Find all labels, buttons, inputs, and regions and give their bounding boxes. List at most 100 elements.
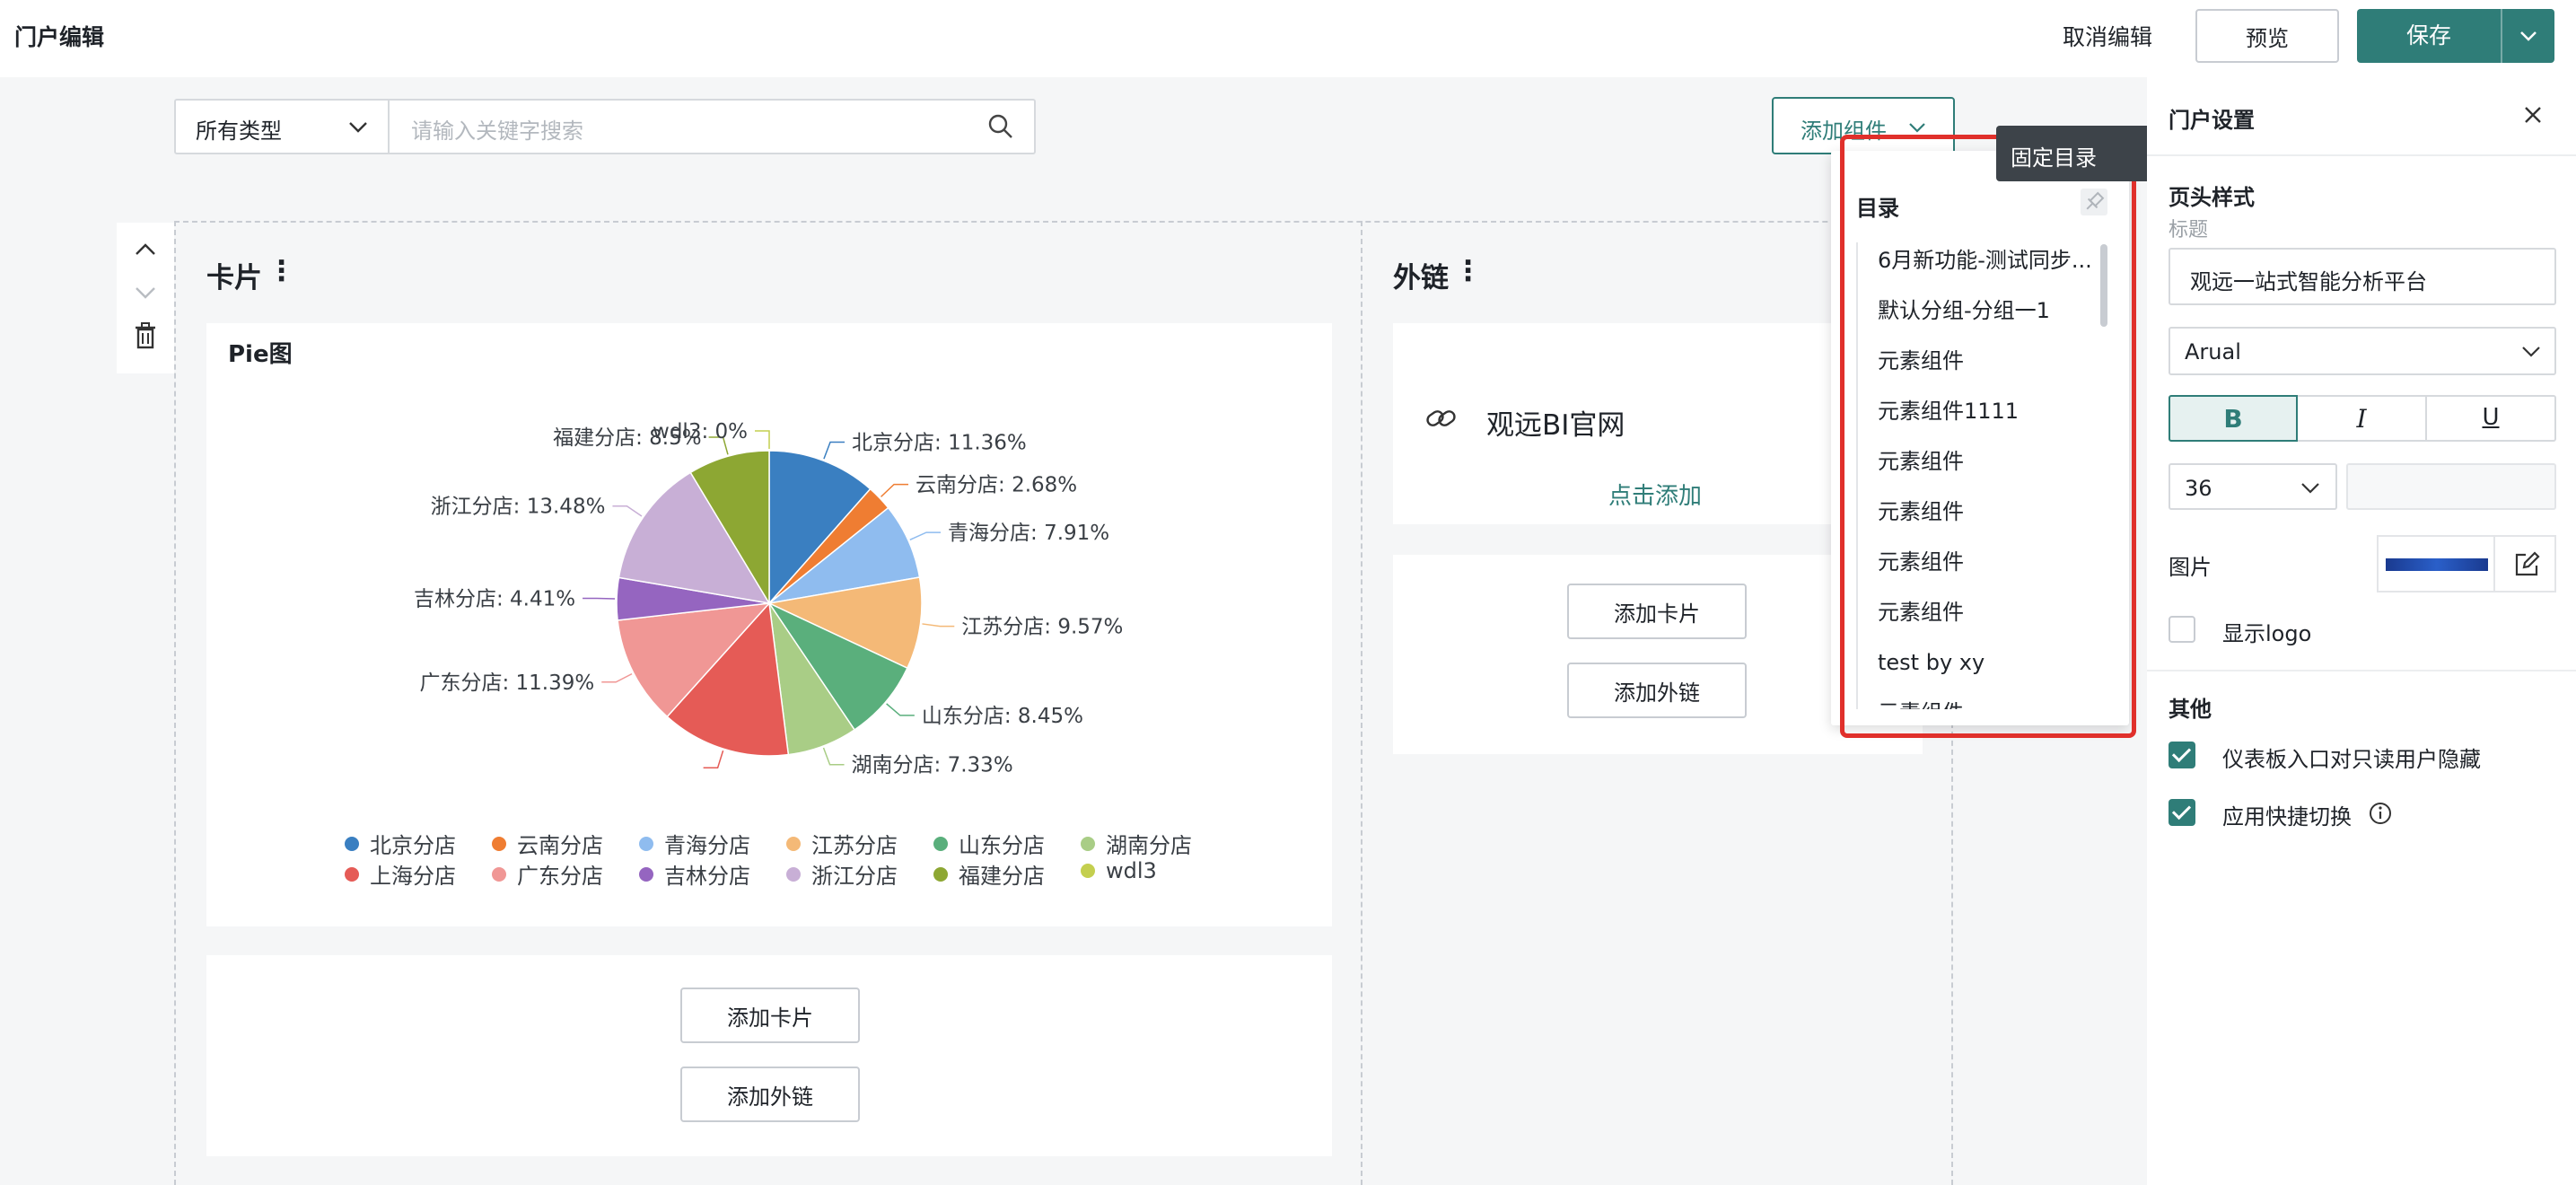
underline-label: U <box>2482 404 2500 431</box>
chart-title: Pie图 <box>228 341 293 368</box>
pie-label: 吉林分店: 4.41% <box>414 587 575 610</box>
trash-icon[interactable] <box>133 321 158 354</box>
cancel-edit-button[interactable]: 取消编辑 <box>2063 20 2152 52</box>
font-size-select[interactable]: 36 <box>2169 463 2337 510</box>
chevron-down-icon[interactable] <box>133 282 158 307</box>
header-style-label: 页头样式 <box>2169 185 2255 210</box>
quick-switch-label: 应用快捷切换 <box>2222 804 2352 830</box>
legend-marker <box>1081 836 1095 851</box>
add-link-button[interactable]: 添加外链 <box>680 1066 860 1122</box>
title-input[interactable]: 观远一站式智能分析平台 <box>2169 248 2556 305</box>
search-input[interactable]: 请输入关键字搜索 <box>388 99 1036 154</box>
image-thumbnail <box>2386 558 2488 571</box>
settings-divider <box>2147 154 2576 156</box>
pie-label: 江苏分店: 9.57% <box>961 616 1123 639</box>
legend-marker <box>345 836 359 851</box>
card-section-title: 卡片 <box>206 262 262 294</box>
image-preview[interactable] <box>2377 535 2495 592</box>
legend-item[interactable]: 上海分店 <box>345 858 456 890</box>
legend-item[interactable]: 江苏分店 <box>786 828 898 859</box>
underline-toggle[interactable]: U <box>2427 395 2556 442</box>
pie-chart: 北京分店: 11.36% 云南分店: 2.68% 青海分店: 7.91% 江苏分店: … <box>414 420 1123 777</box>
legend-item[interactable]: 山东分店 <box>933 828 1045 859</box>
legend-label: wdl3 <box>1106 858 1157 883</box>
legend-label: 山东分店 <box>959 833 1045 858</box>
type-select[interactable]: 所有类型 <box>174 99 390 154</box>
hide-dashboard-checkbox[interactable] <box>2169 742 2195 768</box>
legend-marker <box>639 866 653 882</box>
legend-marker <box>933 836 948 851</box>
pie-label-line <box>823 441 846 460</box>
bold-label: B <box>2223 404 2243 434</box>
click-add-link[interactable]: 点击添加 <box>1608 478 1702 511</box>
italic-label: I <box>2356 404 2367 434</box>
pie-label-line <box>601 672 633 683</box>
save-button-label: 保存 <box>2405 22 2451 48</box>
legend-item[interactable]: wdl3 <box>1081 858 1157 883</box>
show-logo-checkbox[interactable] <box>2169 616 2195 643</box>
legend-item[interactable]: 福建分店 <box>933 858 1045 890</box>
type-select-value: 所有类型 <box>196 118 282 144</box>
legend-item[interactable]: 吉林分店 <box>639 858 750 890</box>
save-button[interactable]: 保存 <box>2357 9 2554 63</box>
legend-marker <box>639 836 653 851</box>
tooltip-text: 固定目录 <box>2011 145 2097 171</box>
link-text[interactable]: 观远BI官网 <box>1486 402 1625 443</box>
chevron-down-icon <box>2300 478 2321 503</box>
top-bar: 门户编辑 取消编辑 预览 保存 <box>0 0 2576 77</box>
legend-marker <box>492 836 506 851</box>
search-placeholder: 请输入关键字搜索 <box>411 118 583 144</box>
bold-toggle[interactable]: B <box>2169 395 2298 442</box>
pie-label: 湖南分店: 7.33% <box>852 754 1013 777</box>
legend-label: 江苏分店 <box>811 833 898 858</box>
link-icon <box>1425 408 1458 433</box>
pie-label-line <box>909 531 942 540</box>
legend-item[interactable]: 广东分店 <box>492 858 603 890</box>
pie-label: 青海分店: 7.91% <box>948 522 1109 545</box>
close-icon[interactable] <box>2522 104 2544 129</box>
chevron-down-icon <box>346 117 370 142</box>
more-icon[interactable]: ⋮ <box>267 255 295 287</box>
settings-divider <box>2147 670 2576 672</box>
chevron-down-icon[interactable] <box>2502 9 2554 63</box>
quick-switch-checkbox[interactable] <box>2169 799 2195 826</box>
legend-label: 吉林分店 <box>664 864 750 889</box>
pie-label: wdl3: 0% <box>653 420 748 443</box>
other-label: 其他 <box>2169 697 2212 722</box>
pie-label: 云南分店: 2.68% <box>916 474 1077 497</box>
column-divider <box>1361 221 1362 1185</box>
legend-item[interactable]: 云南分店 <box>492 828 603 859</box>
legend-label: 北京分店 <box>370 833 456 858</box>
font-select[interactable]: Arual <box>2169 327 2556 375</box>
font-select-value: Arual <box>2185 339 2241 364</box>
edit-image-button[interactable] <box>2493 535 2556 592</box>
pie-chart-card[interactable]: Pie图 北京分店: 11.36% 云南分店: 2.68% 青海分店: 7.91% 江… <box>206 323 1332 926</box>
legend-item[interactable]: 北京分店 <box>345 828 456 859</box>
card-add-panel: 添加卡片 添加外链 <box>206 955 1332 1156</box>
add-link-button[interactable]: 添加外链 <box>1567 663 1747 718</box>
add-card-button[interactable]: 添加卡片 <box>680 988 860 1043</box>
hide-dashboard-label: 仪表板入口对只读用户隐藏 <box>2222 747 2481 772</box>
search-icon[interactable] <box>987 113 1014 144</box>
pie-label: 北京分店: 11.36% <box>852 431 1027 454</box>
legend-marker <box>492 866 506 882</box>
italic-toggle[interactable]: I <box>2298 395 2427 442</box>
info-icon[interactable] <box>2368 801 2393 830</box>
pie-label-line <box>822 747 845 766</box>
chevron-up-icon[interactable] <box>133 239 158 264</box>
pie-label: 浙江分店: 13.48% <box>431 496 606 519</box>
legend-item[interactable]: 青海分店 <box>639 828 750 859</box>
color-picker[interactable] <box>2346 463 2556 510</box>
link-section-title: 外链 <box>1393 262 1449 294</box>
pie-label: 山东分店: 8.45% <box>922 705 1083 728</box>
add-card-button[interactable]: 添加卡片 <box>1567 584 1747 639</box>
legend-item[interactable]: 浙江分店 <box>786 858 898 890</box>
font-size-value: 36 <box>2185 476 2212 501</box>
legend-label: 广东分店 <box>517 864 603 889</box>
preview-button[interactable]: 预览 <box>2195 9 2339 63</box>
pie-label-line <box>922 623 955 628</box>
legend-marker <box>1081 864 1095 878</box>
legend-item[interactable]: 湖南分店 <box>1081 828 1192 859</box>
edit-icon <box>2513 551 2540 582</box>
more-icon[interactable]: ⋮ <box>1454 255 1482 287</box>
